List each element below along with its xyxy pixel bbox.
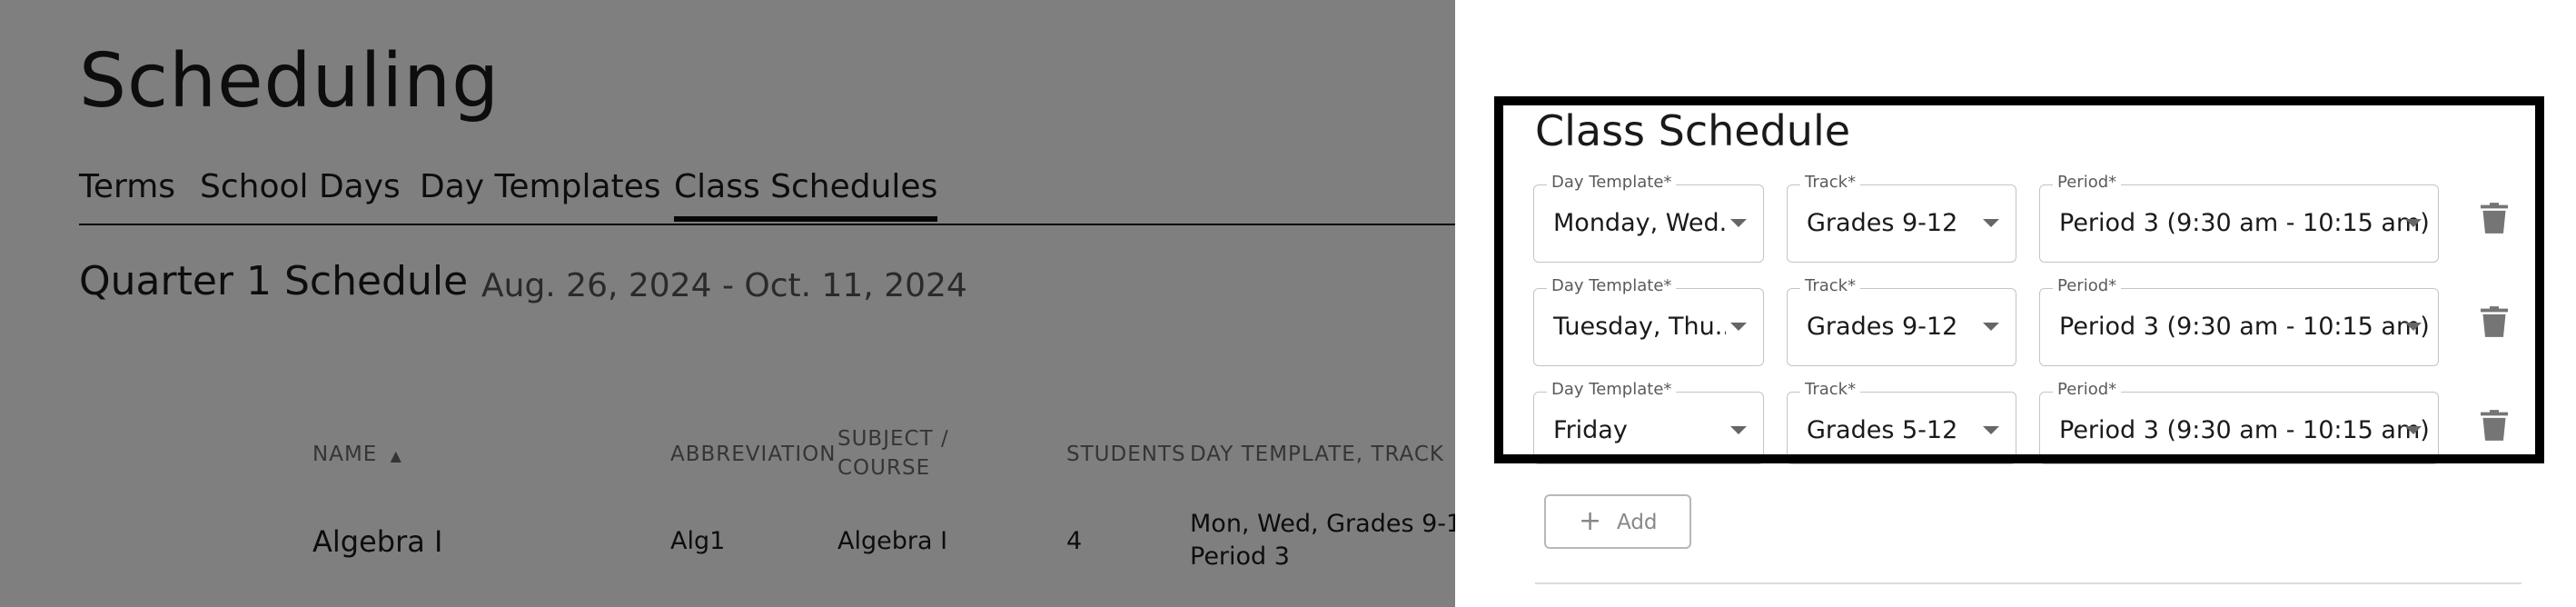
- add-button-label: Add: [1617, 511, 1658, 534]
- add-button[interactable]: + Add: [1544, 494, 1691, 549]
- divider: [1535, 582, 2522, 584]
- modal-backdrop[interactable]: [0, 0, 1455, 607]
- plus-icon: +: [1579, 505, 1602, 537]
- highlight-frame-outline: [1494, 96, 2544, 463]
